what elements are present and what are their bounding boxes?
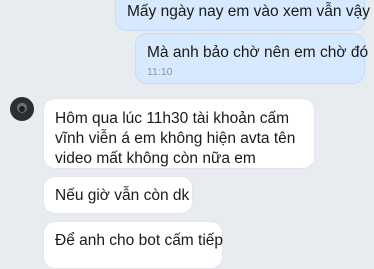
message-bubble-incoming[interactable]: Hôm qua lúc 11h30 tài khoản cấm vĩnh viễ… [43, 98, 315, 169]
contact-avatar-icon[interactable] [10, 97, 34, 121]
message-text: Mấy ngày nay em vào xem vẫn vậy [127, 3, 370, 20]
message-text: Nếu giờ vẫn còn dk [55, 187, 190, 204]
message-text: Mà anh bảo chờ nên em chờ đó [147, 44, 369, 61]
message-text: Hôm qua lúc 11h30 tài khoản cấm vĩnh viễ… [55, 110, 296, 167]
message-bubble-incoming[interactable]: Nếu giờ vẫn còn dk [43, 176, 193, 214]
message-bubble-outgoing[interactable]: Mà anh bảo chờ nên em chờ đó 11:10 [135, 33, 369, 84]
message-text: Để anh cho bot cấm tiếp [55, 232, 224, 249]
message-bubble-outgoing[interactable]: Mấy ngày nay em vào xem vẫn vậy [115, 0, 370, 31]
message-timestamp: 11:10 [147, 66, 173, 78]
message-bubble-incoming[interactable]: Để anh cho bot cấm tiếp [43, 221, 223, 269]
avatar-dot [19, 106, 25, 112]
